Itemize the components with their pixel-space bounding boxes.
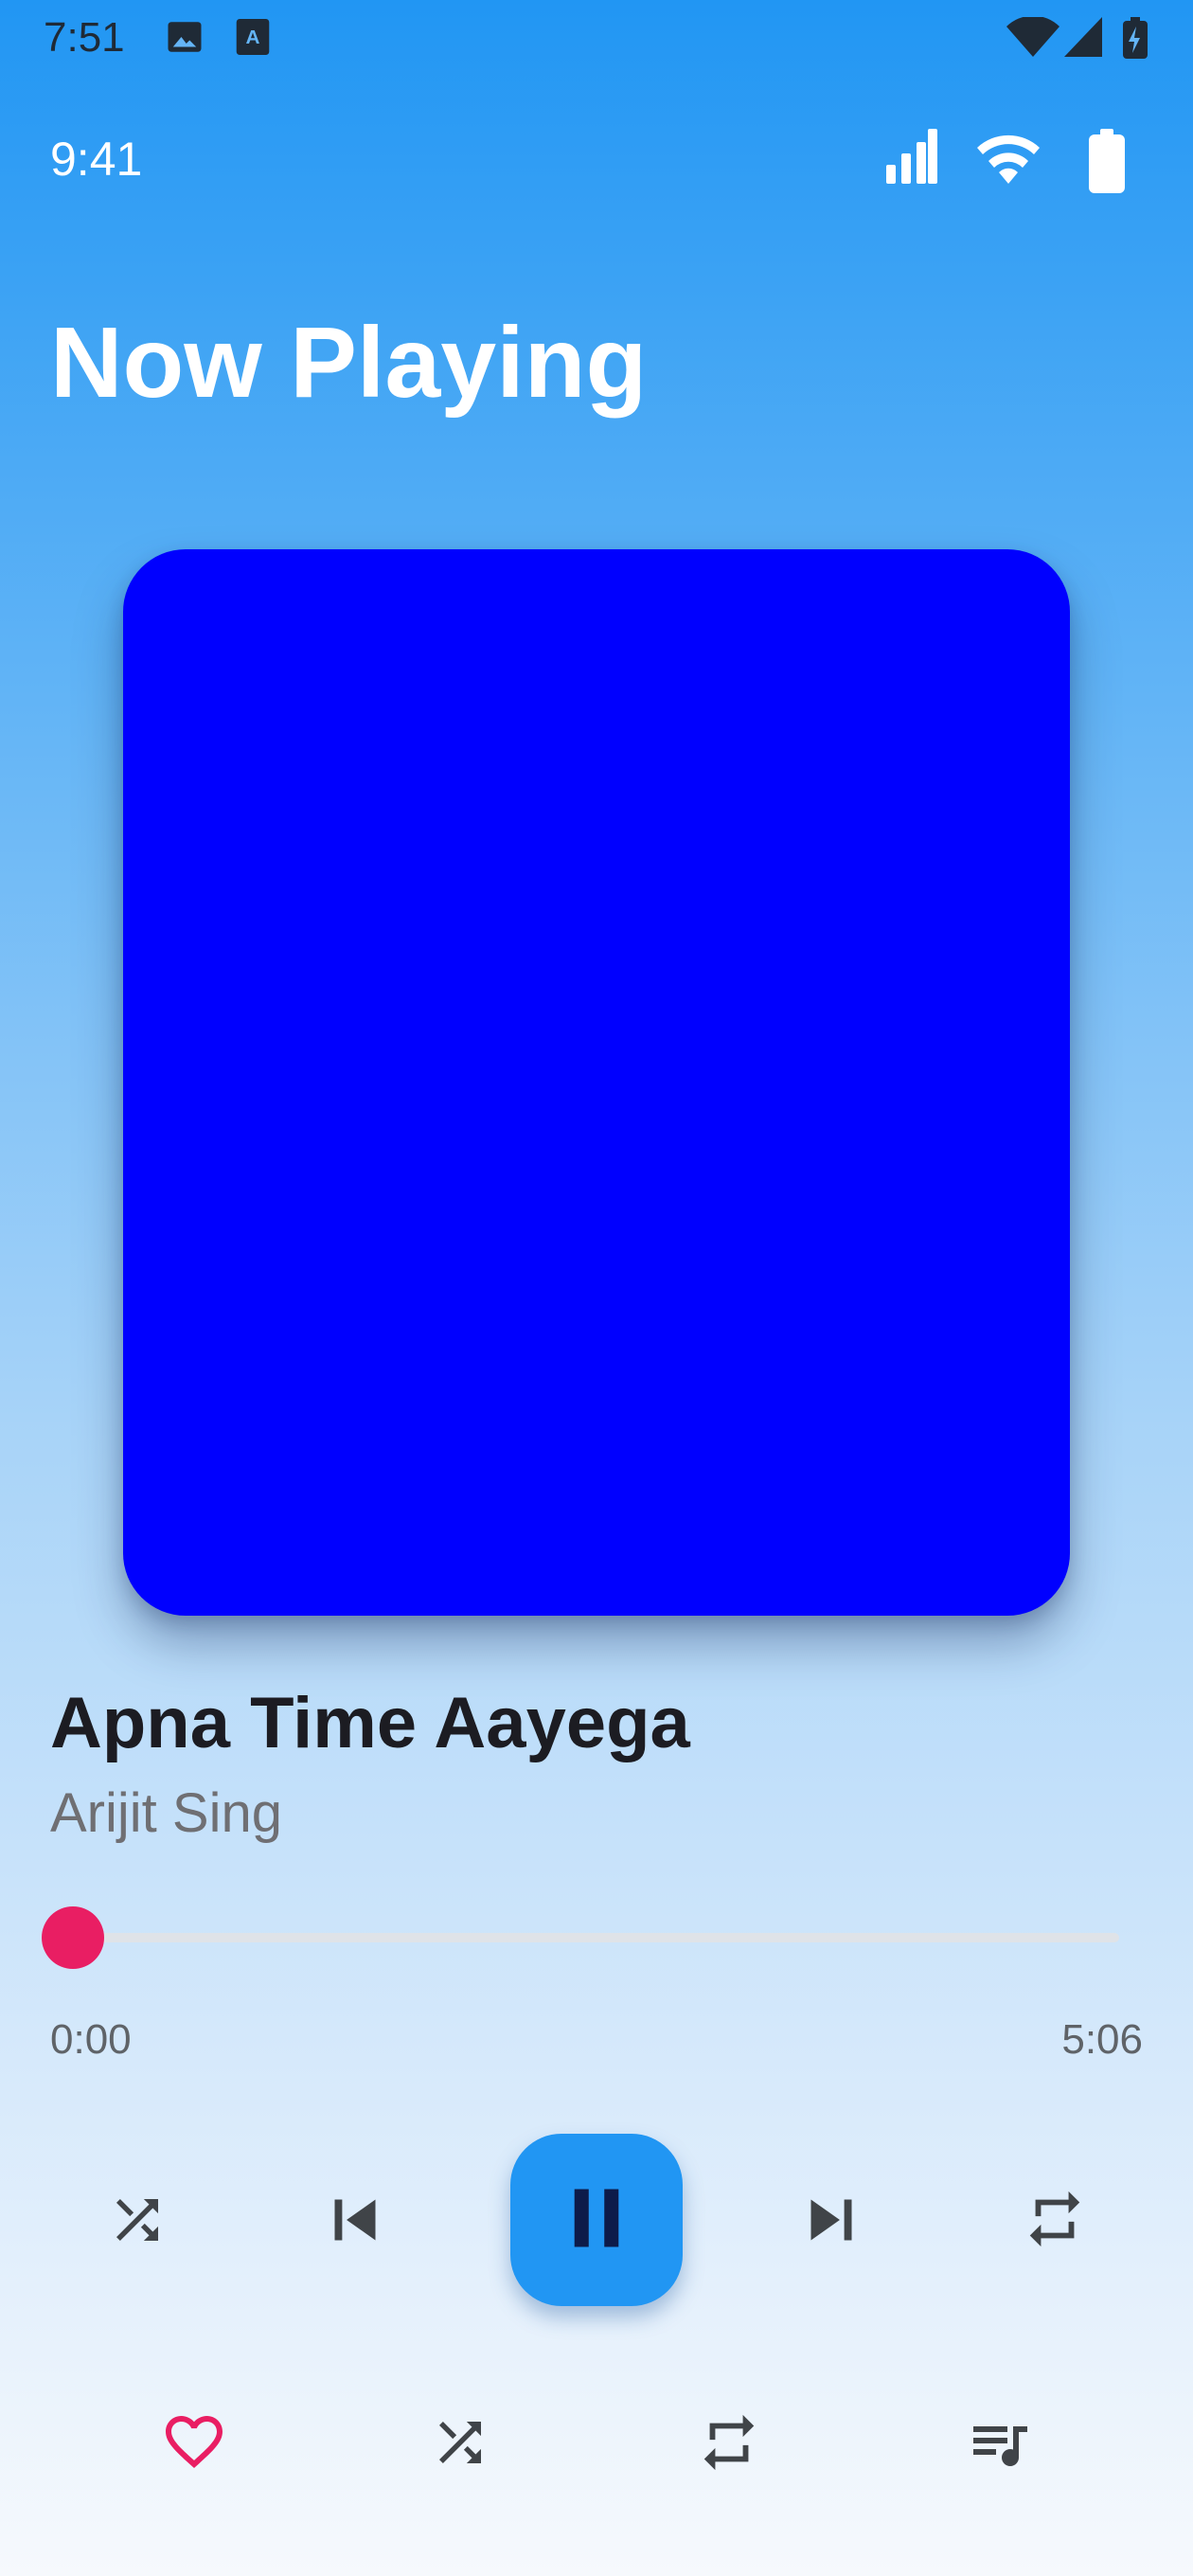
skip-previous-button[interactable] <box>312 2178 398 2263</box>
battery-charging-icon <box>1123 17 1148 63</box>
battery-icon <box>1089 129 1125 198</box>
total-time: 5:06 <box>1061 2016 1143 2063</box>
skip-next-icon <box>791 2179 872 2263</box>
song-artist: Arijit Sing <box>50 1782 282 1844</box>
app-time: 9:41 <box>50 133 143 186</box>
page-title: Now Playing <box>50 307 648 419</box>
system-status-bar: 7:51 A <box>0 0 1193 76</box>
seek-bar[interactable] <box>74 1933 1119 1942</box>
pause-icon <box>556 2177 637 2263</box>
repeat-icon <box>1022 2186 1088 2255</box>
playlist-icon <box>965 2409 1033 2480</box>
heart-outline-icon <box>160 2407 228 2478</box>
shuffle-button[interactable] <box>104 2188 170 2254</box>
image-icon <box>165 17 205 62</box>
skip-previous-icon <box>314 2179 396 2263</box>
signal-icon <box>1064 17 1102 62</box>
seek-thumb[interactable] <box>42 1906 104 1969</box>
app-status-row: 9:41 <box>0 123 1193 199</box>
album-artwork <box>123 549 1070 1616</box>
repeat-button[interactable] <box>1021 2186 1089 2254</box>
pause-button[interactable] <box>510 2134 683 2306</box>
shuffle-icon <box>429 2411 491 2477</box>
playlist-button[interactable] <box>964 2409 1034 2479</box>
song-title: Apna Time Aayega <box>50 1683 690 1763</box>
skip-next-button[interactable] <box>789 2178 874 2263</box>
system-time: 7:51 <box>44 14 125 61</box>
wifi-icon <box>1006 15 1059 62</box>
shuffle-action-button[interactable] <box>428 2411 492 2476</box>
wifi-icon <box>973 129 1043 188</box>
favorite-button[interactable] <box>159 2407 229 2478</box>
signal-icon <box>886 129 937 188</box>
svg-text:A: A <box>246 27 260 48</box>
text-a-icon: A <box>235 17 271 62</box>
repeat-action-button[interactable] <box>695 2409 763 2478</box>
elapsed-time: 0:00 <box>50 2016 132 2063</box>
shuffle-icon <box>106 2189 169 2254</box>
repeat-icon <box>696 2409 762 2478</box>
